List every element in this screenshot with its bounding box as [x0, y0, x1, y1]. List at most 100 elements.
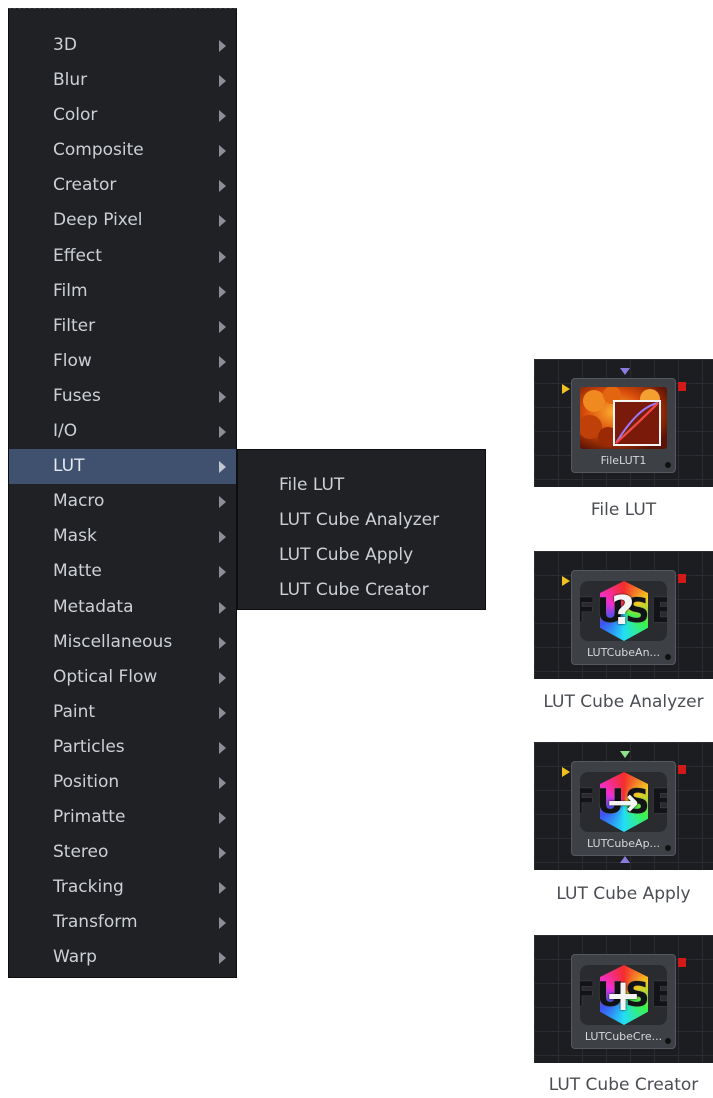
lut-cube-apply-icon: FUSE →	[580, 772, 667, 832]
submenu-item-file-lut[interactable]: File LUT	[238, 468, 485, 503]
tool-category-menu: 3D Blur Color Composite Creator Deep Pix…	[8, 8, 237, 978]
menu-item-stereo[interactable]: Stereo	[9, 835, 236, 870]
output-port-icon[interactable]	[678, 765, 686, 774]
menu-item-transform[interactable]: Transform	[9, 905, 236, 940]
node-name-label: LUTCubeAn...	[586, 646, 661, 659]
menu-item-label: Fuses	[53, 385, 101, 406]
menu-item-label: Miscellaneous	[53, 631, 173, 652]
submenu-arrow-icon	[219, 285, 226, 298]
menu-item-label: Mask	[53, 526, 97, 547]
menu-item-label: Optical Flow	[53, 666, 158, 687]
menu-list: 3D Blur Color Composite Creator Deep Pix…	[9, 28, 236, 976]
menu-item-label: Composite	[53, 140, 144, 161]
submenu-arrow-icon	[219, 671, 226, 684]
lut-cube-analyzer-icon: FUSE ?	[580, 581, 667, 641]
lut-submenu: File LUT LUT Cube Analyzer LUT Cube Appl…	[237, 449, 486, 610]
input-port-icon[interactable]	[562, 767, 570, 777]
arrow-right-icon: →	[607, 780, 640, 824]
submenu-arrow-icon	[219, 355, 226, 368]
question-mark-icon: ?	[611, 588, 636, 634]
menu-item-matte[interactable]: Matte	[9, 554, 236, 589]
lut-cube-analyzer-node[interactable]: FUSE ? LUTCubeAn...	[571, 570, 676, 665]
menu-item-label: Paint	[53, 701, 96, 722]
submenu-arrow-icon	[219, 75, 226, 88]
lut-input-port-icon[interactable]	[620, 751, 630, 758]
menu-item-deep-pixel[interactable]: Deep Pixel	[9, 203, 236, 238]
menu-item-optical-flow[interactable]: Optical Flow	[9, 660, 236, 695]
lut-cube-apply-caption: LUT Cube Apply	[556, 884, 691, 904]
submenu-item-lut-cube-creator[interactable]: LUT Cube Creator	[238, 573, 485, 608]
node-status-dot	[665, 1038, 671, 1044]
submenu-item-lut-cube-apply[interactable]: LUT Cube Apply	[238, 538, 485, 573]
menu-item-flow[interactable]: Flow	[9, 344, 236, 379]
output-port-icon[interactable]	[678, 382, 686, 391]
submenu-arrow-icon	[219, 40, 226, 52]
menu-item-label: Stereo	[53, 842, 109, 863]
menu-item-label: Color	[53, 105, 98, 126]
menu-item-label: Creator	[53, 175, 117, 196]
submenu-arrow-icon	[219, 566, 226, 579]
menu-item-paint[interactable]: Paint	[9, 695, 236, 730]
menu-item-blur[interactable]: Blur	[9, 63, 236, 98]
menu-item-composite[interactable]: Composite	[9, 133, 236, 168]
menu-item-3d[interactable]: 3D	[9, 28, 236, 63]
menu-item-label: Blur	[53, 70, 88, 91]
submenu-arrow-icon	[219, 461, 226, 474]
menu-item-tracking[interactable]: Tracking	[9, 870, 236, 905]
menu-item-metadata[interactable]: Metadata	[9, 590, 236, 625]
file-lut-icon	[578, 386, 667, 449]
effect-mask-input-icon[interactable]	[620, 856, 630, 863]
submenu-arrow-icon	[219, 250, 226, 263]
menu-item-label: Macro	[53, 491, 105, 512]
node-status-dot	[665, 654, 671, 660]
submenu-arrow-icon	[219, 110, 226, 123]
input-port-icon[interactable]	[562, 384, 570, 394]
lut-cube-creator-node-tile: FUSE + LUTCubeCre...	[534, 935, 713, 1063]
submenu-arrow-icon	[219, 426, 226, 439]
submenu-arrow-icon	[219, 741, 226, 754]
menu-item-effect[interactable]: Effect	[9, 239, 236, 274]
submenu-item-lut-cube-analyzer[interactable]: LUT Cube Analyzer	[238, 503, 485, 538]
menu-item-io[interactable]: I/O	[9, 414, 236, 449]
menu-item-creator[interactable]: Creator	[9, 168, 236, 203]
menu-item-particles[interactable]: Particles	[9, 730, 236, 765]
submenu-arrow-icon	[219, 917, 226, 930]
file-lut-node-tile: FileLUT1	[534, 359, 713, 487]
menu-item-lut[interactable]: LUT	[9, 449, 236, 485]
menu-item-film[interactable]: Film	[9, 274, 236, 309]
submenu-arrow-icon	[219, 496, 226, 509]
submenu-arrow-icon	[219, 882, 226, 895]
menu-item-color[interactable]: Color	[9, 98, 236, 133]
menu-item-label: Deep Pixel	[53, 210, 143, 231]
lut-cube-apply-node[interactable]: FUSE → LUTCubeAp...	[571, 761, 676, 856]
menu-item-macro[interactable]: Macro	[9, 484, 236, 519]
lut-cube-analyzer-caption: LUT Cube Analyzer	[543, 692, 704, 712]
menu-item-label: Filter	[53, 315, 96, 336]
menu-item-miscellaneous[interactable]: Miscellaneous	[9, 625, 236, 660]
output-port-icon[interactable]	[678, 958, 686, 967]
effect-mask-input-icon[interactable]	[620, 368, 630, 375]
menu-item-position[interactable]: Position	[9, 765, 236, 800]
menu-item-filter[interactable]: Filter	[9, 309, 236, 344]
node-name-label: FileLUT1	[600, 454, 647, 467]
node-status-dot	[665, 462, 671, 468]
plus-icon: +	[604, 969, 643, 1021]
menu-item-label: Metadata	[53, 596, 134, 617]
lut-cube-creator-node[interactable]: FUSE + LUTCubeCre...	[571, 954, 676, 1049]
submenu-arrow-icon	[219, 145, 226, 158]
submenu-arrow-icon	[219, 531, 226, 544]
node-name-label: LUTCubeAp...	[586, 837, 661, 850]
output-port-icon[interactable]	[678, 574, 686, 583]
submenu-arrow-icon	[219, 812, 226, 825]
menu-item-fuses[interactable]: Fuses	[9, 379, 236, 414]
input-port-icon[interactable]	[562, 576, 570, 586]
file-lut-node[interactable]: FileLUT1	[571, 378, 676, 473]
menu-item-primatte[interactable]: Primatte	[9, 800, 236, 835]
menu-item-label: Flow	[53, 350, 92, 371]
menu-item-warp[interactable]: Warp	[9, 940, 236, 975]
menu-item-mask[interactable]: Mask	[9, 519, 236, 554]
node-name-label: LUTCubeCre...	[584, 1030, 663, 1043]
lut-cube-apply-node-tile: FUSE → LUTCubeAp...	[534, 742, 713, 870]
file-lut-caption: File LUT	[590, 500, 657, 520]
menu-item-label: Tracking	[53, 877, 124, 898]
